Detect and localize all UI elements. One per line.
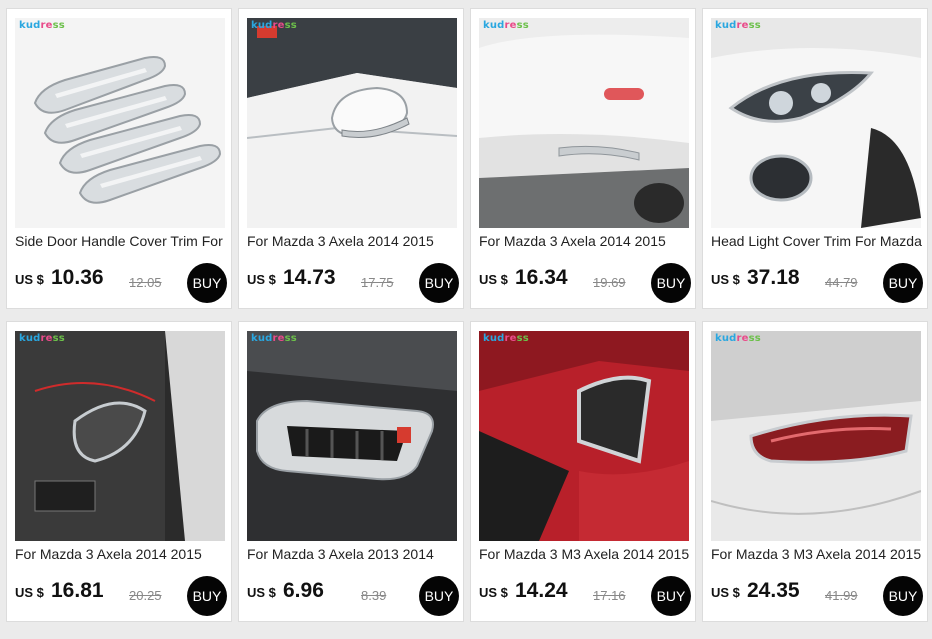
price-row: US $ 16.34 19.69 BUY — [479, 263, 691, 303]
mirror-trim-image — [247, 18, 457, 228]
price: 24.35 — [747, 579, 800, 602]
product-title[interactable]: Head Light Cover Trim For Mazda — [711, 231, 923, 251]
brand-logo: kudress — [251, 333, 297, 344]
price: 10.36 — [51, 266, 104, 289]
headlight-trim-image — [711, 18, 921, 228]
original-price: 44.79 — [825, 275, 858, 290]
brand-logo: kudress — [715, 333, 761, 344]
price-row: US $ 16.81 20.25 BUY — [15, 576, 227, 616]
buy-button[interactable]: BUY — [419, 576, 459, 616]
buy-button[interactable]: BUY — [187, 576, 227, 616]
original-price: 41.99 — [825, 588, 858, 603]
rear-fog-trim-image — [479, 18, 689, 228]
currency-label: US $ — [247, 585, 276, 600]
price: 37.18 — [747, 266, 800, 289]
currency-label: US $ — [711, 272, 740, 287]
original-price: 19.69 — [593, 275, 626, 290]
product-card[interactable]: kudress For Mazda 3 M3 Axela 2014 2015 U… — [702, 321, 928, 622]
product-image[interactable]: kudress — [711, 18, 921, 228]
buy-button[interactable]: BUY — [883, 263, 923, 303]
price-row: US $ 10.36 12.05 BUY — [15, 263, 227, 303]
buy-button[interactable]: BUY — [651, 576, 691, 616]
price-row: US $ 6.96 8.39 BUY — [247, 576, 459, 616]
brand-logo: kudress — [483, 20, 529, 31]
product-title[interactable]: For Mazda 3 Axela 2014 2015 — [479, 231, 691, 251]
product-card[interactable]: kudress Head Light Cover Trim For Mazda … — [702, 8, 928, 309]
price-row: US $ 14.24 17.16 BUY — [479, 576, 691, 616]
price: 6.96 — [283, 579, 324, 602]
product-title[interactable]: For Mazda 3 Axela 2014 2015 — [15, 544, 227, 564]
product-title[interactable]: For Mazda 3 M3 Axela 2014 2015 — [711, 544, 923, 564]
original-price: 17.16 — [593, 588, 626, 603]
product-title[interactable]: For Mazda 3 Axela 2014 2015 — [247, 231, 459, 251]
brand-logo: kudress — [715, 20, 761, 31]
price: 14.24 — [515, 579, 568, 602]
product-card[interactable]: kudress For Mazda 3 M3 Axela 2014 2015 U… — [470, 321, 696, 622]
brand-logo: kudress — [19, 20, 65, 31]
currency-label: US $ — [15, 585, 44, 600]
interior-handle-trim-image — [15, 331, 225, 541]
tail-light-trim-image — [711, 331, 921, 541]
product-card[interactable]: kudress For Mazda 3 Axela 2014 2015 US $… — [6, 321, 232, 622]
brand-logo: kudress — [19, 333, 65, 344]
product-image[interactable]: kudress — [479, 18, 689, 228]
product-image[interactable]: kudress — [711, 331, 921, 541]
currency-label: US $ — [247, 272, 276, 287]
buy-button[interactable]: BUY — [187, 263, 227, 303]
product-grid: kudress Side Door Handle Cover Trim For … — [0, 0, 932, 639]
buy-button[interactable]: BUY — [883, 576, 923, 616]
brand-logo: kudress — [251, 20, 297, 31]
product-title[interactable]: For Mazda 3 Axela 2013 2014 — [247, 544, 459, 564]
currency-label: US $ — [479, 585, 508, 600]
original-price: 8.39 — [361, 588, 387, 603]
product-image[interactable]: kudress — [479, 331, 689, 541]
price: 14.73 — [283, 266, 336, 289]
product-card[interactable]: kudress For Mazda 3 Axela 2014 2015 US $… — [238, 8, 464, 309]
price-row: US $ 14.73 17.75 BUY — [247, 263, 459, 303]
buy-button[interactable]: BUY — [651, 263, 691, 303]
currency-label: US $ — [711, 585, 740, 600]
currency-label: US $ — [15, 272, 44, 287]
rear-window-trim-image — [479, 331, 689, 541]
product-card[interactable]: kudress For Mazda 3 Axela 2013 2014 US $… — [238, 321, 464, 622]
currency-label: US $ — [479, 272, 508, 287]
product-card[interactable]: kudress Side Door Handle Cover Trim For … — [6, 8, 232, 309]
price-row: US $ 24.35 41.99 BUY — [711, 576, 923, 616]
product-image[interactable]: kudress — [247, 331, 457, 541]
price: 16.81 — [51, 579, 104, 602]
price: 16.34 — [515, 266, 568, 289]
original-price: 17.75 — [361, 275, 394, 290]
product-title[interactable]: For Mazda 3 M3 Axela 2014 2015 — [479, 544, 691, 564]
buy-button[interactable]: BUY — [419, 263, 459, 303]
original-price: 12.05 — [129, 275, 162, 290]
product-image[interactable]: kudress — [15, 331, 225, 541]
brand-logo: kudress — [483, 333, 529, 344]
door-handle-cover-image — [15, 18, 225, 228]
product-image[interactable]: kudress — [15, 18, 225, 228]
air-vent-trim-image — [247, 331, 457, 541]
product-title[interactable]: Side Door Handle Cover Trim For — [15, 231, 227, 251]
original-price: 20.25 — [129, 588, 162, 603]
price-row: US $ 37.18 44.79 BUY — [711, 263, 923, 303]
product-card[interactable]: kudress For Mazda 3 Axela 2014 2015 US $… — [470, 8, 696, 309]
product-image[interactable]: kudress — [247, 18, 457, 228]
